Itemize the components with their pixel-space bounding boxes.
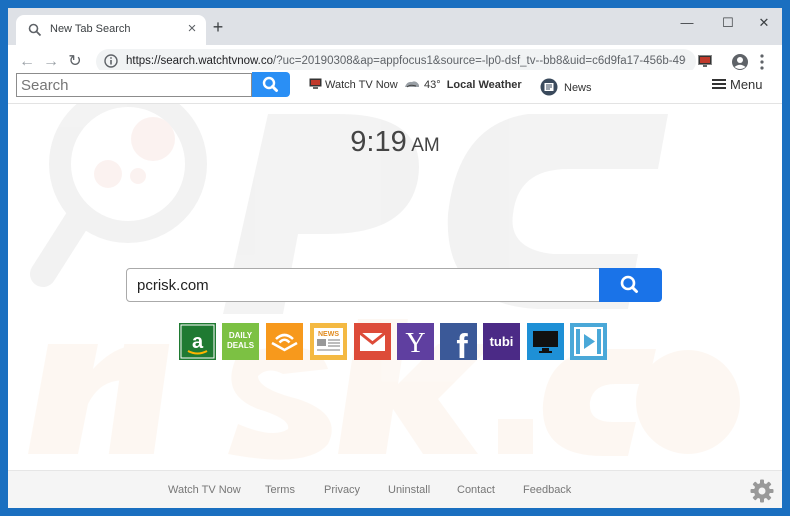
footer-link-watch-tv-now[interactable]: Watch TV Now <box>168 484 241 496</box>
page-footer: Watch TV Now Terms Privacy Uninstall Con… <box>8 470 782 508</box>
menu-button[interactable]: Menu <box>712 77 763 92</box>
tv-icon <box>309 78 322 89</box>
quick-link-amazon[interactable]: a <box>179 323 216 360</box>
tubi-label: tubi <box>490 334 514 349</box>
footer-link-terms[interactable]: Terms <box>265 484 295 496</box>
local-weather-link[interactable]: 43° Local Weather <box>404 78 522 91</box>
quick-link-tubi[interactable]: tubi <box>483 323 520 360</box>
weather-label: Local Weather <box>446 79 522 91</box>
new-tab-button[interactable]: + <box>208 17 228 37</box>
quick-link-video[interactable] <box>570 323 607 360</box>
news-tile-label: NEWS <box>318 331 339 338</box>
search-icon <box>620 275 638 293</box>
tab-strip: New Tab Search × + — ☐ ✕ <box>8 8 782 45</box>
gear-icon[interactable] <box>750 479 774 503</box>
mail-icon <box>354 323 391 360</box>
url-text: https://search.watchtvnow.co/?uc=2019030… <box>126 55 686 67</box>
news-icon <box>540 78 558 96</box>
yahoo-icon: Y <box>397 323 434 360</box>
toolbar-search-button[interactable] <box>252 72 290 97</box>
hamburger-icon <box>712 79 726 89</box>
footer-link-uninstall[interactable]: Uninstall <box>388 484 430 496</box>
quick-link-tv[interactable] <box>527 323 564 360</box>
facebook-label: f <box>456 328 468 360</box>
close-window-button[interactable]: ✕ <box>753 13 775 33</box>
footer-link-contact[interactable]: Contact <box>457 484 495 496</box>
tubi-icon: tubi <box>483 323 520 360</box>
weather-temp: 43° <box>424 79 441 91</box>
audible-icon <box>266 323 303 360</box>
newspaper-icon: NEWS <box>310 323 347 360</box>
amazon-label: a <box>192 331 204 353</box>
tab-new-tab-search[interactable]: New Tab Search × <box>16 15 206 45</box>
clock-time: 9:19 <box>350 126 407 158</box>
main-search-button[interactable] <box>599 268 662 302</box>
news-link[interactable]: News <box>540 78 592 96</box>
quick-link-yahoo[interactable]: Y <box>397 323 434 360</box>
toolbar-search-input[interactable] <box>17 74 251 96</box>
watch-tv-now-label: Watch TV Now <box>325 79 398 91</box>
quick-link-gmail[interactable] <box>354 323 391 360</box>
more-options-icon[interactable] <box>758 53 766 71</box>
url-host: https://search.watchtvnow.co <box>126 55 274 67</box>
amazon-icon: a <box>179 323 216 360</box>
tab-close-icon[interactable]: × <box>184 20 200 38</box>
profile-icon[interactable] <box>731 53 749 71</box>
main-search-field[interactable] <box>126 268 600 302</box>
maximize-button[interactable]: ☐ <box>717 13 739 33</box>
quick-link-news[interactable]: NEWS <box>310 323 347 360</box>
video-play-icon <box>570 323 607 360</box>
news-label: News <box>564 82 592 94</box>
yahoo-label: Y <box>405 328 425 359</box>
site-info-icon[interactable] <box>104 54 118 68</box>
tv-extension-icon[interactable] <box>698 55 712 67</box>
clock-ampm: AM <box>411 135 440 156</box>
menu-label: Menu <box>730 77 763 92</box>
search-icon <box>262 76 278 92</box>
daily-deals-label: DAILY DEALS <box>226 331 255 350</box>
weather-cloud-icon <box>405 81 419 88</box>
toolbar-search-field[interactable] <box>16 73 252 97</box>
footer-link-privacy[interactable]: Privacy <box>324 484 360 496</box>
facebook-icon: f <box>440 323 477 366</box>
extension-toolbar: Watch TV Now 43° Local Weather News <box>8 70 782 104</box>
clock: 9:19 AM <box>8 126 782 159</box>
minimize-button[interactable]: — <box>676 13 698 33</box>
monitor-icon <box>527 323 564 360</box>
quick-link-audible[interactable] <box>266 323 303 360</box>
main-search-input[interactable] <box>127 269 599 301</box>
tab-title: New Tab Search <box>50 23 131 35</box>
quick-link-daily-deals[interactable]: DAILY DEALS <box>222 323 259 360</box>
url-path: /?uc=20190308&ap=appfocus1&source=-lp0-d… <box>273 55 686 67</box>
search-icon <box>28 23 42 37</box>
footer-link-feedback[interactable]: Feedback <box>523 484 571 496</box>
quick-link-facebook[interactable]: f <box>440 323 477 366</box>
watch-tv-now-link[interactable]: Watch TV Now <box>309 78 398 91</box>
browser-window: New Tab Search × + — ☐ ✕ ← → ↻ https://s… <box>8 8 782 508</box>
